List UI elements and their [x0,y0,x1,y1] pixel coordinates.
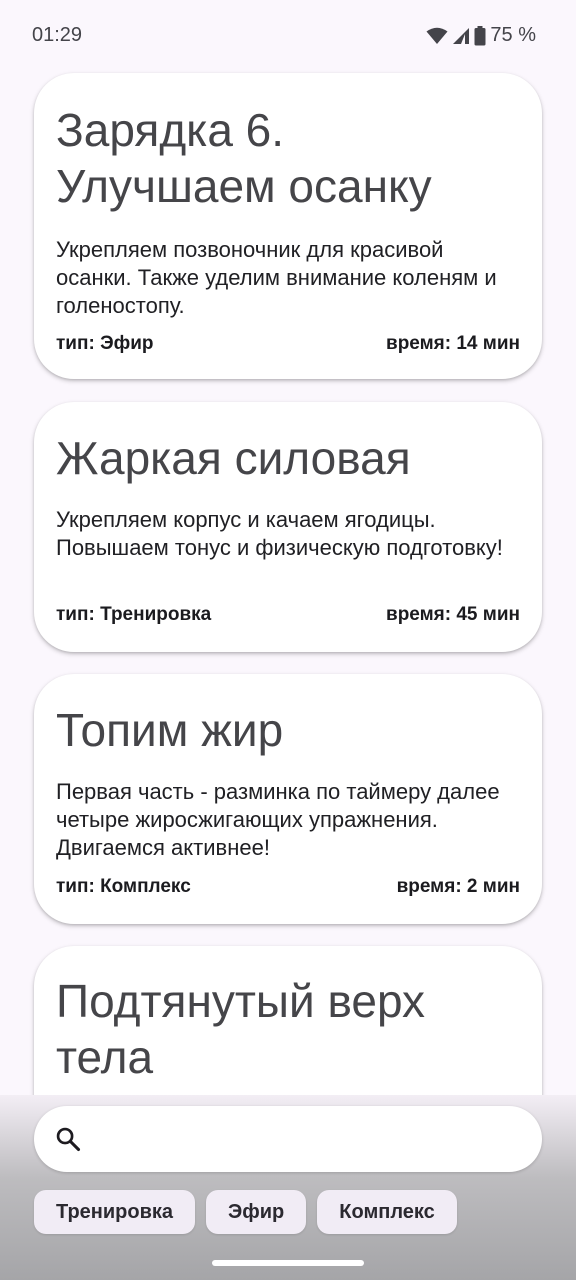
card-type: тип: Тренировка [56,604,212,625]
card-type: тип: Комплекс [56,876,191,897]
search-bar[interactable] [34,1106,542,1172]
card-time: время: 2 мин [396,876,520,897]
card-time: время: 45 мин [386,604,520,625]
card-meta: тип: Эфир время: 14 мин [56,333,520,355]
filter-chip-complex[interactable]: Комплекс [317,1190,457,1234]
filter-chips: Тренировка Эфир Комплекс [34,1190,457,1234]
filter-chip-training[interactable]: Тренировка [34,1190,196,1234]
workout-card[interactable]: Зарядка 6. Улучшаем осанку Укрепляем поз… [34,73,542,379]
wifi-icon [426,27,448,45]
card-title: Жаркая силовая [56,432,411,484]
signal-icon [452,27,470,45]
search-icon [54,1125,82,1158]
battery-icon [474,25,486,46]
card-description: Укрепляем корпус и качаем ягодицы. Повыш… [56,507,503,560]
card-title: Зарядка 6. Улучшаем осанку [56,104,432,212]
card-description: Укрепляем позвоночник для красивой осанк… [56,237,497,318]
bottom-panel: Тренировка Эфир Комплекс [0,1095,576,1280]
status-icons: 75 % [426,24,536,47]
card-type: тип: Эфир [56,333,154,354]
status-time: 01:29 [32,24,83,46]
card-description: Первая часть - разминка по таймеру далее… [56,779,500,860]
home-indicator[interactable] [212,1260,364,1266]
filter-chip-broadcast[interactable]: Эфир [206,1190,307,1234]
search-input[interactable] [104,1118,528,1162]
workout-card[interactable]: Жаркая силовая Укрепляем корпус и качаем… [34,402,542,652]
card-meta: тип: Комплекс время: 2 мин [56,876,520,898]
card-title: Топим жир [56,704,284,756]
card-time: время: 14 мин [386,333,520,354]
battery-percent: 75 % [490,24,536,46]
card-meta: тип: Тренировка время: 45 мин [56,604,520,626]
card-title: Подтянутый верх тела [56,975,426,1083]
workout-card[interactable]: Топим жир Первая часть - разминка по тай… [34,674,542,924]
status-bar: 01:29 75 % [0,0,576,72]
